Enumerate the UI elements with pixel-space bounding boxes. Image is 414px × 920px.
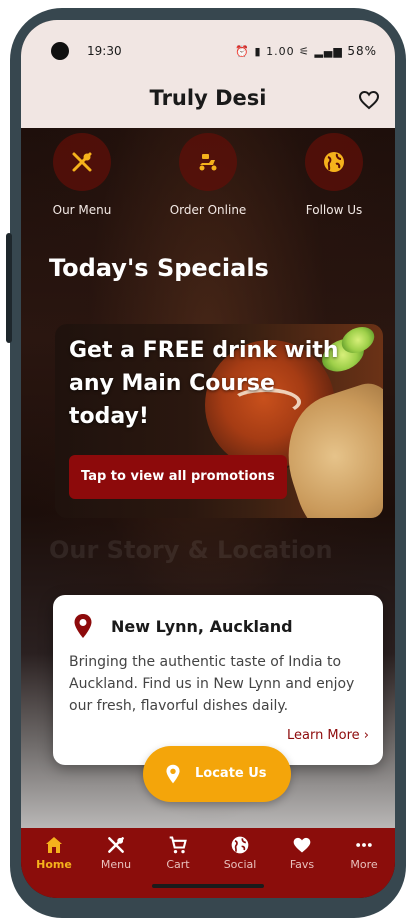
quick-action-circle: [305, 133, 363, 191]
quick-action-our-menu[interactable]: Our Menu: [22, 133, 142, 217]
utensils-icon: [72, 152, 92, 172]
nav-item-home[interactable]: Home: [23, 828, 85, 880]
camera-cutout: [51, 42, 69, 60]
locate-us-label: Locate Us: [195, 766, 267, 781]
home-icon: [46, 837, 62, 853]
nav-label: More: [350, 858, 378, 871]
app-header: Truly Desi: [21, 82, 395, 120]
promo-headline: Get a FREE drink with any Main Course to…: [69, 338, 339, 429]
quick-action-order-online[interactable]: Order Online: [148, 133, 268, 217]
nav-label: Menu: [100, 858, 132, 871]
section-title-story: Our Story & Location: [49, 536, 333, 564]
heart-outline-icon[interactable]: [357, 88, 381, 112]
nav-label: Cart: [166, 858, 190, 871]
quick-action-label: Our Menu: [52, 203, 112, 217]
nav-item-cart[interactable]: Cart: [147, 828, 209, 880]
scooter-icon: [199, 154, 217, 171]
nav-item-favs[interactable]: Favs: [271, 828, 333, 880]
learn-more-link[interactable]: Learn More ›: [287, 728, 369, 743]
nav-item-more[interactable]: More: [333, 828, 395, 880]
status-time: 19:30: [87, 44, 122, 58]
quick-action-circle: [53, 133, 111, 191]
globe-icon: [324, 152, 344, 172]
nav-label: Social: [223, 858, 257, 871]
nav-item-menu[interactable]: Menu: [85, 828, 147, 880]
home-content: Our Menu Order Online Follow Us Today's …: [21, 128, 395, 828]
quick-action-circle: [179, 133, 237, 191]
quick-action-label: Order Online: [169, 203, 247, 217]
heart-icon: [293, 837, 311, 853]
quick-actions: Our Menu Order Online Follow Us: [21, 133, 395, 223]
locate-us-button[interactable]: Locate Us: [143, 746, 291, 802]
top-bar: 19:30 ⏰ ▮ 1.00 ⚟ ▂▄▆ 58% Truly Desi: [21, 20, 395, 128]
view-promotions-button[interactable]: Tap to view all promotions: [69, 455, 287, 499]
location-name: New Lynn, Auckland: [111, 617, 293, 636]
page-title: Truly Desi: [149, 86, 267, 110]
nav-item-social[interactable]: Social: [209, 828, 271, 880]
quick-action-follow-us[interactable]: Follow Us: [274, 133, 394, 217]
globe-icon: [231, 836, 249, 854]
status-indicators-icon: ⏰ ▮ 1.00 ⚟ ▂▄▆: [235, 45, 343, 58]
location-description: Bringing the authentic taste of India to…: [69, 654, 355, 714]
bottom-navigation: Home Menu Cart Social Favs More: [21, 828, 395, 880]
battery-level: 58%: [347, 44, 377, 58]
nav-label: Home: [36, 858, 72, 871]
gesture-bar[interactable]: [152, 884, 264, 888]
section-title-specials: Today's Specials: [49, 254, 269, 282]
cart-icon: [169, 836, 187, 854]
utensils-icon: [108, 837, 124, 853]
phone-side-button: [6, 233, 12, 343]
status-bar: 19:30 ⏰ ▮ 1.00 ⚟ ▂▄▆ 58%: [21, 42, 395, 66]
status-icons: ⏰ ▮ 1.00 ⚟ ▂▄▆ 58%: [235, 44, 377, 58]
gesture-area: [21, 880, 395, 898]
map-pin-icon: [73, 613, 93, 643]
location-card: New Lynn, Auckland Bringing the authenti…: [53, 595, 383, 765]
more-icon: [356, 843, 372, 847]
app-screen: 19:30 ⏰ ▮ 1.00 ⚟ ▂▄▆ 58% Truly Desi Our …: [21, 20, 395, 898]
quick-action-label: Follow Us: [305, 203, 363, 217]
nav-label: Favs: [289, 858, 315, 871]
promo-card[interactable]: Get a FREE drink with any Main Course to…: [55, 324, 383, 518]
map-pin-icon: [166, 764, 180, 784]
